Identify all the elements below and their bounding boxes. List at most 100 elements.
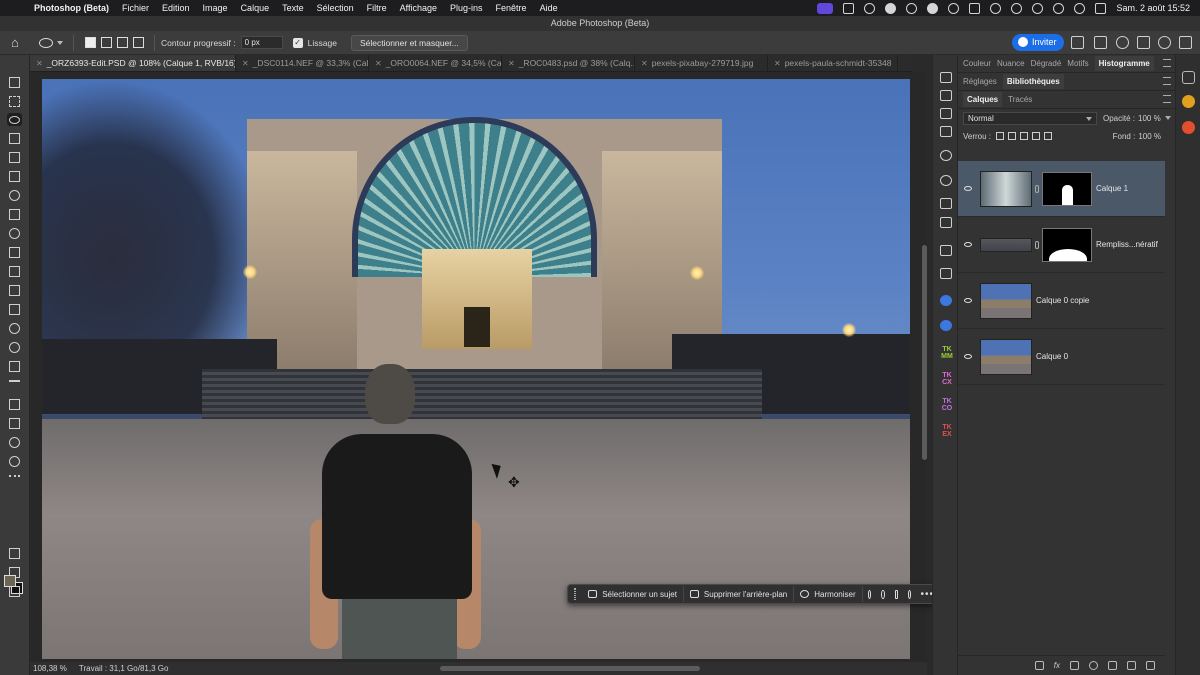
tab-document[interactable]: ✕ pexels-paula-schmidt-35348 [768,55,898,71]
menu-image[interactable]: Image [203,3,228,13]
tab-motifs[interactable]: Motifs [1067,59,1088,68]
add-selection-icon[interactable] [101,37,112,48]
layer-name[interactable]: Rempliss...nératif [1096,240,1158,249]
object-select-tool-icon[interactable] [7,132,22,145]
eye-icon[interactable] [964,354,972,359]
drop-icon[interactable] [906,2,918,14]
layer-thumbnail[interactable] [980,282,1032,319]
close-icon[interactable]: ✕ [375,55,382,71]
lock-artboard-icon[interactable] [1032,132,1041,140]
frame-tool-icon[interactable] [7,170,22,183]
fill-value[interactable]: 100 % [1138,132,1161,141]
menu-aide[interactable]: Aide [540,3,558,13]
remove-background-button[interactable]: Supprimer l'arrière-plan [684,586,795,602]
plugin-a-icon[interactable] [1182,121,1195,134]
layer-name[interactable]: Calque 0 [1036,352,1068,361]
lock-paint-icon[interactable] [1008,132,1017,140]
work-info[interactable]: Travail : 31,1 Go/81,3 Go [79,664,169,673]
link-icon[interactable] [1035,240,1039,249]
tab-bibliotheques[interactable]: Bibliothèques [1002,74,1064,89]
menu-fenetre[interactable]: Fenêtre [496,3,527,13]
layer-thumbnail[interactable] [980,170,1032,207]
tab-couleur[interactable]: Couleur [963,59,991,68]
history-brush-tool-icon[interactable] [7,265,22,278]
zoom-tool-icon[interactable] [7,455,22,468]
share-icon[interactable] [1071,36,1084,49]
menu-selection[interactable]: Sélection [317,3,354,13]
eye-icon[interactable] [964,242,972,247]
search-icon[interactable] [1137,36,1150,49]
time-icon[interactable] [1032,2,1044,14]
crop-tool-icon[interactable] [7,151,22,164]
hand-tool-icon[interactable] [7,436,22,449]
chevron-down-icon[interactable] [1164,116,1171,120]
gradient-tool-icon[interactable] [7,303,22,316]
control-center-icon[interactable] [1095,2,1107,14]
play-icon[interactable] [927,2,939,14]
trash-icon[interactable] [1146,661,1155,670]
adjustment-layer-icon[interactable] [1089,661,1098,670]
type-tool-icon[interactable] [7,379,22,392]
eye-icon[interactable] [964,186,972,191]
layer-name[interactable]: Calque 0 copie [1036,296,1089,305]
path-select-tool-icon[interactable] [7,398,22,411]
plugin-icon[interactable] [940,150,952,161]
dodge-tool-icon[interactable] [7,341,22,354]
sync-icon[interactable] [864,2,876,14]
layer-row[interactable]: Calque 1 [958,161,1165,217]
actions-icon[interactable] [940,72,952,83]
pen-tool-icon[interactable] [7,360,22,373]
quick-mask-icon[interactable] [7,547,22,560]
eye-icon[interactable] [964,298,972,303]
sliders-icon[interactable] [940,245,952,256]
transform-icon[interactable] [894,589,899,599]
chat-icon[interactable] [885,2,897,14]
bell-icon[interactable] [1116,36,1129,49]
close-icon[interactable]: ✕ [36,55,43,71]
color-plugin-icon[interactable] [940,320,952,331]
workspace-icon[interactable] [1179,36,1192,49]
wifi-icon[interactable] [1053,2,1065,14]
invite-button[interactable]: Inviter [1012,34,1064,51]
layer-row[interactable]: Calque 0 copie [958,273,1165,329]
layer-thumbnail[interactable] [980,338,1032,375]
tab-histogramme[interactable]: Histogramme [1094,56,1154,71]
subtract-selection-icon[interactable] [117,37,128,48]
new-group-icon[interactable] [1108,661,1117,670]
lasso-tool-icon[interactable] [39,37,53,48]
menu-fichier[interactable]: Fichier [122,3,149,13]
tab-reglages[interactable]: Réglages [963,77,997,86]
layer-name[interactable]: Calque 1 [1096,184,1128,193]
close-icon[interactable]: ✕ [774,55,781,71]
blur-tool-icon[interactable] [7,322,22,335]
camera-icon[interactable] [843,2,855,14]
eyedropper-tool-icon[interactable] [7,189,22,202]
antialias-checkbox[interactable]: ✓ [292,37,303,48]
new-layer-icon[interactable] [1127,661,1136,670]
close-icon[interactable]: ✕ [641,55,648,71]
layer-row[interactable]: Rempliss...nératif [958,217,1165,273]
layer-thumbnail[interactable] [980,237,1032,252]
sparkle-icon[interactable] [881,589,885,599]
paths-icon[interactable] [940,268,952,279]
layer-mask[interactable] [1042,171,1092,206]
document-canvas[interactable]: ✥ [42,79,910,659]
home-icon[interactable]: ⌂ [11,35,25,50]
comments-icon[interactable] [940,126,952,137]
tk-mm-icon[interactable]: TK MM [938,346,956,360]
apple-icon[interactable] [10,2,22,14]
lasso-tool-icon[interactable] [7,113,22,126]
plugin-v-icon[interactable] [1182,95,1195,108]
clock[interactable]: Sam. 2 août 15:52 [1116,3,1190,13]
rectangle-tool-icon[interactable] [7,417,22,430]
chevron-down-icon[interactable] [57,40,63,45]
move-tool-icon[interactable] [7,76,22,89]
fx-button[interactable]: fx [1054,661,1060,670]
menu-edition[interactable]: Edition [162,3,190,13]
panel-menu-icon[interactable] [1163,59,1171,67]
select-and-mask-button[interactable]: Sélectionner et masquer... [350,34,468,51]
opacity-value[interactable]: 100 % [1138,114,1161,123]
history-icon[interactable] [940,90,952,101]
tab-nuance[interactable]: Nuance [997,59,1025,68]
lock-pixels-icon[interactable] [996,132,1005,140]
